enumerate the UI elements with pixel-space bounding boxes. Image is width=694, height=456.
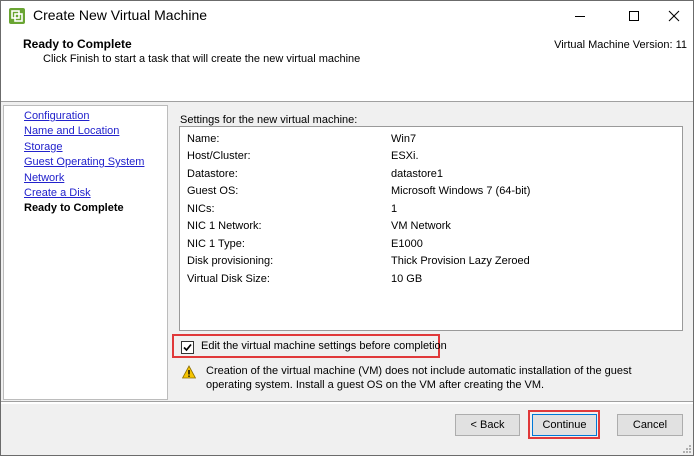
setting-value: 1	[391, 203, 398, 215]
minimize-icon	[575, 16, 585, 17]
edit-settings-highlight: Edit the virtual machine settings before…	[172, 334, 447, 358]
setting-key: Datastore:	[187, 168, 238, 180]
settings-summary-list: Name: Win7 Host/Cluster: ESXi. Datastore…	[179, 126, 683, 331]
step-description: Click Finish to start a task that will c…	[43, 53, 361, 65]
nav-step-name-and-location[interactable]: Name and Location	[24, 125, 119, 137]
nav-step-network[interactable]: Network	[24, 172, 64, 184]
close-button[interactable]	[651, 1, 694, 31]
warning-icon	[182, 365, 196, 379]
setting-key: Host/Cluster:	[187, 150, 251, 162]
setting-value: ESXi.	[391, 150, 419, 162]
setting-value: datastore1	[391, 168, 443, 180]
checkmark-icon	[183, 343, 192, 352]
edit-settings-checkbox[interactable]	[181, 341, 194, 354]
nav-step-create-disk[interactable]: Create a Disk	[24, 187, 91, 199]
setting-key: NICs:	[187, 203, 215, 215]
minimize-button[interactable]	[557, 1, 603, 31]
edit-settings-label[interactable]: Edit the virtual machine settings before…	[201, 340, 447, 352]
nav-step-ready-to-complete: Ready to Complete	[24, 202, 124, 214]
setting-key: NIC 1 Network:	[187, 220, 262, 232]
vm-version-label: Virtual Machine Version: 11	[554, 39, 687, 51]
step-title: Ready to Complete	[23, 37, 132, 51]
setting-value: E1000	[391, 238, 423, 250]
setting-key: Name:	[187, 133, 220, 145]
setting-value: VM Network	[391, 220, 451, 232]
maximize-icon	[629, 11, 639, 21]
setting-key: Disk provisioning:	[187, 255, 274, 267]
setting-value: Win7	[391, 133, 417, 145]
wizard-step-nav: Configuration Name and Location Storage …	[3, 105, 168, 400]
wizard-header: Ready to Complete Click Finish to start …	[1, 31, 693, 101]
title-bar[interactable]: Create New Virtual Machine	[1, 1, 693, 31]
setting-key: Guest OS:	[187, 185, 239, 197]
back-button[interactable]: < Back	[455, 414, 520, 436]
setting-value: Thick Provision Lazy Zeroed	[391, 255, 530, 267]
setting-value: Microsoft Windows 7 (64-bit)	[391, 185, 531, 197]
setting-key: Virtual Disk Size:	[187, 273, 270, 285]
dialog-window: Create New Virtual Machine Ready to Comp…	[0, 0, 694, 456]
warning-message: Creation of the virtual machine (VM) doe…	[206, 365, 632, 391]
setting-value: 10 GB	[391, 273, 423, 285]
close-icon	[668, 10, 680, 22]
vmware-app-icon	[9, 8, 25, 24]
cancel-button[interactable]: Cancel	[617, 414, 683, 436]
settings-heading: Settings for the new virtual machine:	[180, 114, 358, 126]
resize-grip-icon[interactable]	[682, 444, 692, 454]
setting-key: NIC 1 Type:	[187, 238, 245, 250]
nav-step-storage[interactable]: Storage	[24, 141, 63, 153]
nav-step-configuration[interactable]: Configuration	[24, 110, 89, 122]
window-title: Create New Virtual Machine	[33, 7, 208, 23]
continue-button[interactable]: Continue	[532, 414, 597, 436]
nav-step-guest-os[interactable]: Guest Operating System	[24, 156, 144, 168]
